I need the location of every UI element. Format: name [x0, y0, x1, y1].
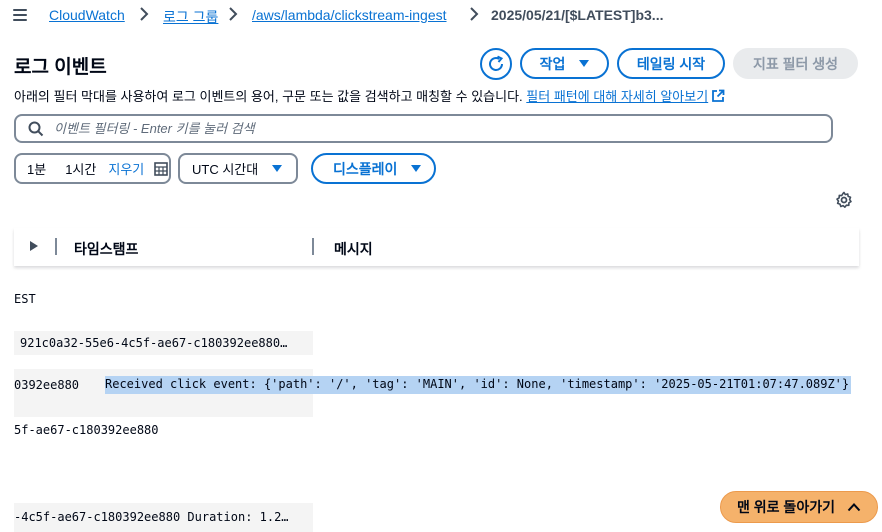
- breadcrumb-log-groups[interactable]: 로그 그룹: [163, 7, 218, 27]
- range-1m[interactable]: 1분: [27, 159, 46, 178]
- create-metric-filter-button[interactable]: 지표 필터 생성: [733, 48, 858, 79]
- description: 아래의 필터 막대를 사용하여 로그 이벤트의 용어, 구문 또는 값을 검색하…: [14, 86, 725, 105]
- breadcrumb-log-stream: 2025/05/21/[$LATEST]b3...: [491, 7, 664, 23]
- log-line[interactable]: EST: [14, 292, 36, 306]
- time-range-selector: 1분 1시간 지우기: [14, 153, 171, 184]
- description-text: 아래의 필터 막대를 사용하여 로그 이벤트의 용어, 구문 또는 값을 검색하…: [14, 89, 523, 104]
- log-line[interactable]: 5f-ae67-c180392ee880: [14, 423, 159, 437]
- clear-range-button[interactable]: 지우기: [108, 159, 144, 178]
- actions-label: 작업: [539, 55, 566, 72]
- refresh-icon: [489, 55, 504, 71]
- timezone-value: UTC 시간대: [192, 162, 259, 177]
- search-icon: [28, 121, 44, 137]
- log-line-prefix[interactable]: 0392ee880: [14, 378, 79, 392]
- display-label: 디스플레이: [333, 160, 398, 177]
- log-line[interactable]: -4c5f-ae67-c180392ee880 Duration: 1.2…: [14, 510, 289, 524]
- start-tailing-label: 테일링 시작: [636, 55, 706, 72]
- chevron-right-icon: [228, 6, 238, 22]
- chevron-right-icon: [469, 6, 479, 22]
- menu-icon[interactable]: [13, 9, 27, 21]
- log-line[interactable]: 921c0a32-55e6-4c5f-ae67-c180392ee880…: [20, 336, 287, 350]
- external-link-icon: [712, 89, 725, 102]
- breadcrumb-log-group-name[interactable]: /aws/lambda/clickstream-ingest: [252, 7, 447, 23]
- display-button[interactable]: 디스플레이: [311, 153, 436, 184]
- caret-down-icon: [272, 165, 283, 172]
- range-1h[interactable]: 1시간: [65, 159, 96, 178]
- learn-more-link[interactable]: 필터 패턴에 대해 자세히 알아보기: [526, 89, 725, 104]
- column-header-message[interactable]: 메시지: [334, 239, 373, 259]
- column-header-timestamp[interactable]: 타임스탬프: [74, 239, 138, 259]
- learn-more-label: 필터 패턴에 대해 자세히 알아보기: [526, 89, 709, 104]
- caret-down-icon: [579, 60, 590, 67]
- column-divider: [55, 238, 57, 255]
- table-header: 타임스탬프 메시지: [14, 228, 859, 266]
- chevron-up-icon: [847, 503, 861, 512]
- expand-all-icon[interactable]: [30, 241, 38, 251]
- refresh-button[interactable]: [480, 48, 512, 80]
- start-tailing-button[interactable]: 테일링 시작: [617, 48, 725, 79]
- breadcrumb-cloudwatch[interactable]: CloudWatch: [49, 7, 125, 23]
- actions-button[interactable]: 작업: [520, 48, 609, 79]
- create-metric-filter-label: 지표 필터 생성: [752, 55, 839, 72]
- calendar-icon[interactable]: [154, 161, 169, 176]
- settings-gear-icon[interactable]: [835, 191, 853, 214]
- caret-down-icon: [411, 165, 422, 172]
- back-to-top-button[interactable]: 맨 위로 돌아가기: [720, 491, 878, 523]
- chevron-right-icon: [139, 6, 149, 22]
- log-message-highlighted[interactable]: Received click event: {'path': '/', 'tag…: [105, 376, 852, 394]
- page-title: 로그 이벤트: [14, 57, 107, 78]
- filter-search-input[interactable]: [54, 121, 814, 136]
- timezone-select[interactable]: UTC 시간대: [178, 153, 298, 184]
- breadcrumb: CloudWatch 로그 그룹 /aws/lambda/clickstream…: [0, 0, 882, 32]
- column-divider[interactable]: [312, 238, 314, 255]
- filter-search-box[interactable]: [14, 114, 833, 143]
- back-to-top-label: 맨 위로 돌아가기: [737, 499, 835, 515]
